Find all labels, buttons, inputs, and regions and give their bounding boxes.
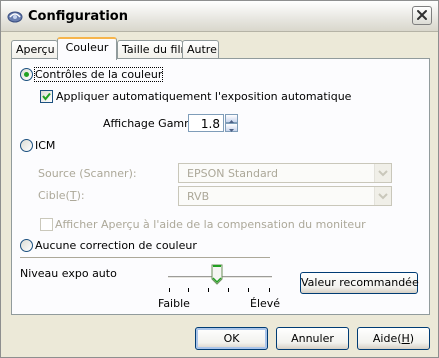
icm-label[interactable]: ICM [35,139,55,152]
ok-button[interactable]: OK [195,327,268,350]
source-scanner-label: Source (Scanner): [38,167,137,180]
slider-tick [248,288,249,292]
target-dropdown[interactable]: RVB [178,186,392,206]
help-label-key: H [401,332,410,345]
source-scanner-value: EPSON Standard [187,167,278,180]
tab-autre[interactable]: Autre [182,40,219,59]
separator [20,257,270,258]
gamma-input[interactable]: 1.8 [188,114,224,132]
color-controls-label[interactable]: Contrôles de la couleur [33,67,164,82]
help-label-post: ) [409,332,415,345]
auto-exposure-level-label: Niveau expo auto [20,267,117,280]
source-scanner-dropdown[interactable]: EPSON Standard [178,163,392,183]
source-dropdown-button[interactable] [374,164,391,182]
chevron-down-icon [229,129,234,132]
slider-tick [169,288,170,292]
couleur-tab-panel: Contrôles de la couleur Appliquer automa… [11,58,430,315]
target-value: RVB [187,190,210,203]
auto-exposure-label[interactable]: Appliquer automatiquement l'exposition a… [56,90,351,103]
slider-max-label: Élevé [250,297,281,310]
tab-taille-du-film[interactable]: Taille du film [117,40,191,59]
no-color-correction-label[interactable]: Aucune correction de couleur [35,239,197,252]
radio-selected-dot [24,72,29,77]
slider-min-label: Faible [158,297,190,310]
scanner-app-icon [7,11,23,23]
chevron-down-icon [378,170,388,177]
tab-apercu[interactable]: Aperçu [11,40,58,59]
checkmark-icon [42,92,51,101]
no-color-correction-radio[interactable] [20,239,33,252]
exposure-slider-thumb[interactable] [211,264,223,286]
help-button[interactable]: Aide(H) [357,327,430,350]
gamma-down-button[interactable] [225,123,238,132]
color-controls-radio[interactable] [20,68,33,81]
close-x-icon [417,10,427,20]
slider-tick [188,288,189,292]
close-button[interactable] [412,6,432,25]
gamma-spinner[interactable] [225,114,238,132]
monitor-compensation-checkbox[interactable] [40,218,53,231]
target-label: Cible(T): [38,189,85,202]
target-label-post: ): [76,189,85,202]
target-label-pre: Cible( [38,189,70,202]
target-dropdown-button[interactable] [374,187,391,205]
configuration-dialog: Configuration Aperçu Couleur Taille du f… [0,0,439,358]
slider-tick [269,288,270,292]
gamma-up-button[interactable] [225,114,238,123]
help-label-pre: Aide( [372,332,402,345]
title-bar[interactable]: Configuration [1,1,438,32]
tab-couleur[interactable]: Couleur [57,37,117,60]
slider-tick [208,288,209,292]
chevron-down-icon [378,193,388,200]
recommended-value-button[interactable]: Valeur recommandée [300,272,419,294]
target-label-key: T [69,189,77,202]
auto-exposure-checkbox[interactable] [40,90,53,103]
icm-radio[interactable] [20,139,33,152]
cancel-button[interactable]: Annuler [276,327,349,350]
slider-tick [228,288,229,292]
window-title: Configuration [28,9,128,24]
monitor-compensation-label[interactable]: Afficher Aperçu à l'aide de la compensat… [55,218,366,231]
